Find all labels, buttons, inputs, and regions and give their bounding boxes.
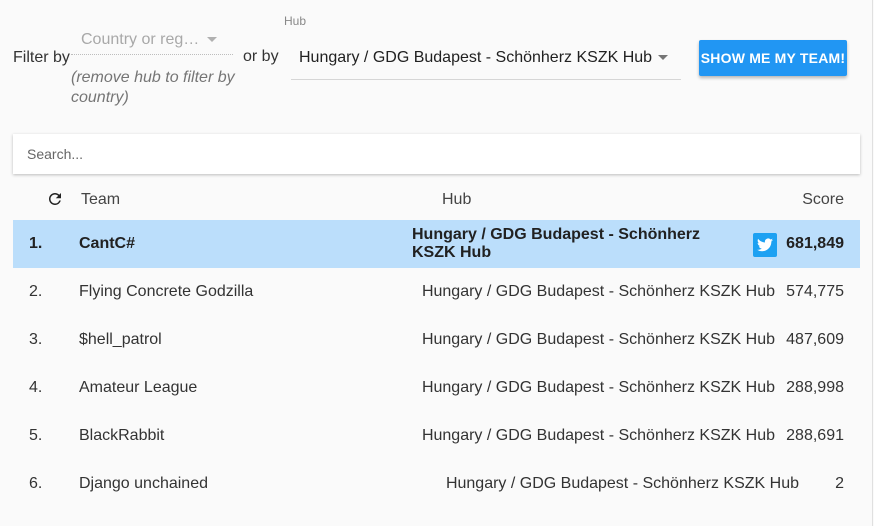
- remove-hub-hint: (remove hub to filter by country): [71, 69, 235, 106]
- row-rank: 1.: [29, 235, 43, 252]
- refresh-icon[interactable]: [46, 190, 64, 208]
- row-hub: Hungary / GDG Budapest - Schönherz KSZK …: [421, 283, 775, 300]
- hub-select-value: Hungary / GDG Budapest - Schönherz KSZK …: [299, 49, 653, 66]
- row-rank: 3.: [29, 331, 43, 348]
- row-team: Flying Concrete Godzilla: [79, 283, 254, 300]
- row-rank: 6.: [29, 475, 43, 492]
- hub-select[interactable]: Hungary / GDG Budapest - Schönherz KSZK …: [291, 38, 681, 80]
- search-input[interactable]: [13, 134, 860, 174]
- row-hub: Hungary / GDG Budapest - Schönherz KSZK …: [445, 475, 799, 492]
- table-header: Team Hub Score: [13, 180, 860, 220]
- row-score: 288,691: [786, 427, 844, 444]
- row-team: Amateur League: [79, 379, 198, 396]
- chevron-down-icon: [207, 37, 217, 42]
- show-my-team-button[interactable]: Show me my team!: [699, 40, 847, 76]
- or-by-label: or by: [243, 48, 279, 65]
- row-score: 487,609: [786, 331, 844, 348]
- row-hub: Hungary / GDG Budapest - Schönherz KSZK …: [421, 331, 775, 348]
- chevron-down-icon: [658, 55, 668, 60]
- table-row[interactable]: 4. Amateur League Hungary / GDG Budapest…: [13, 364, 860, 412]
- leaderboard-table: Team Hub Score 1. CantC# Hungary / GDG B…: [13, 180, 860, 508]
- search-box[interactable]: [13, 134, 860, 174]
- table-row[interactable]: 3. $hell_patrol Hungary / GDG Budapest -…: [13, 316, 860, 364]
- column-header-team[interactable]: Team: [81, 191, 120, 209]
- row-rank: 5.: [29, 427, 43, 444]
- filter-by-label: Filter by: [13, 49, 70, 66]
- table-row[interactable]: 1. CantC# Hungary / GDG Budapest - Schön…: [13, 220, 860, 268]
- row-team: BlackRabbit: [79, 427, 165, 444]
- row-team: CantC#: [79, 235, 136, 252]
- country-select-placeholder: Country or reg…: [81, 31, 200, 48]
- row-score: 681,849: [786, 235, 844, 252]
- table-row[interactable]: 2. Flying Concrete Godzilla Hungary / GD…: [13, 268, 860, 316]
- column-header-hub[interactable]: Hub: [442, 191, 471, 209]
- row-score: 288,998: [786, 379, 844, 396]
- row-hub: Hungary / GDG Budapest - Schönherz KSZK …: [421, 379, 775, 396]
- row-score: 2: [835, 475, 844, 492]
- table-row[interactable]: 5. BlackRabbit Hungary / GDG Budapest - …: [13, 412, 860, 460]
- row-hub: Hungary / GDG Budapest - Schönherz KSZK …: [412, 226, 701, 261]
- twitter-icon[interactable]: [753, 233, 777, 257]
- row-team: $hell_patrol: [79, 331, 162, 348]
- country-select[interactable]: Country or reg…: [71, 28, 233, 55]
- table-row[interactable]: 6. Django unchained Hungary / GDG Budape…: [13, 460, 860, 508]
- column-header-score[interactable]: Score: [802, 191, 844, 209]
- row-rank: 2.: [29, 283, 43, 300]
- hub-select-caption: Hub: [284, 14, 307, 28]
- row-score: 574,775: [786, 283, 844, 300]
- row-hub: Hungary / GDG Budapest - Schönherz KSZK …: [421, 427, 775, 444]
- row-team: Django unchained: [79, 475, 208, 492]
- row-rank: 4.: [29, 379, 43, 396]
